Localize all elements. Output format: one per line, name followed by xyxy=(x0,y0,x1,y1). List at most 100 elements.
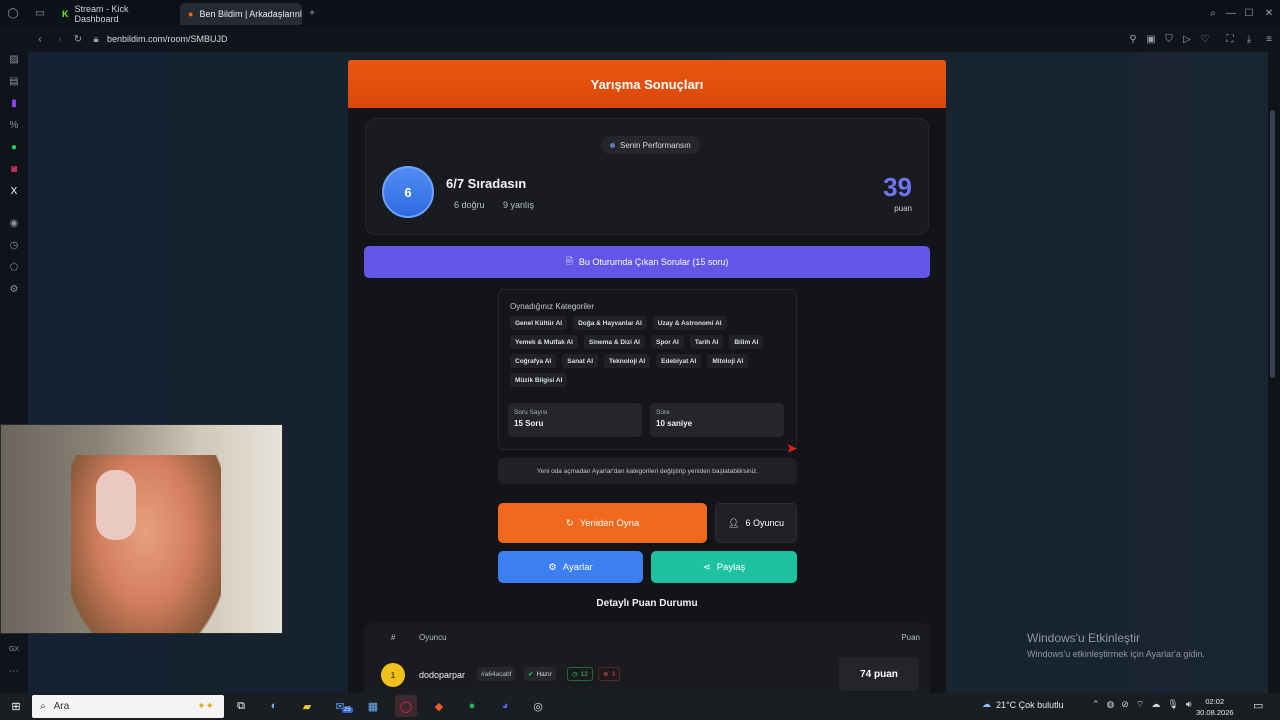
close-icon[interactable]: ✕ xyxy=(1258,8,1280,19)
system-tray: ⌃ ◍ ⊘ ⌔ ☁ 🎙︎ 🔊︎ xyxy=(1092,699,1192,710)
category-tag: Sinema & Dizi AI xyxy=(583,335,645,349)
copilot-icon[interactable]: ◐ xyxy=(263,695,285,717)
wrong-badge: ⊗ 3 xyxy=(598,667,621,681)
cloud-sync-icon[interactable]: ☁ xyxy=(1151,699,1160,710)
tray-app-icon[interactable]: ◍ xyxy=(1107,699,1115,710)
menu-icon[interactable]: ≡ xyxy=(1258,34,1280,45)
back-icon[interactable]: ‹ xyxy=(28,34,52,45)
scrollbar-thumb[interactable] xyxy=(1270,110,1275,378)
rank-title: 6/7 Sıradasın xyxy=(446,176,527,191)
reload-icon[interactable]: ↻ xyxy=(68,34,88,45)
x-circle-icon: ⊗ xyxy=(603,671,609,678)
shield-icon[interactable]: ⛉ xyxy=(1160,34,1178,45)
minimize-icon[interactable]: — xyxy=(1222,8,1240,19)
score-value: 39 xyxy=(883,172,912,202)
weather-widget[interactable]: ☁ 21°C Çok bulutlu xyxy=(982,699,1064,710)
opera-logo-icon[interactable]: ◯ xyxy=(0,8,26,19)
search-icon: ⌕ xyxy=(40,701,46,712)
col-score: Puan xyxy=(901,633,920,642)
rank-medal: 1 xyxy=(381,663,405,687)
category-tag: Mitoloji AI xyxy=(707,354,749,368)
gear-icon: ⚙ xyxy=(548,561,557,573)
sidebar-messenger-icon[interactable]: ▤ xyxy=(0,70,28,92)
taskbar-apps: ⧉ ◐ ▰ ✉ ▦ ◯ ◆ ● ◕ ◎ xyxy=(230,695,549,717)
share-button[interactable]: ⋖ Paylaş xyxy=(651,551,797,583)
sidebar-whatsapp-icon[interactable]: ● xyxy=(0,136,28,158)
category-tag: Doğa & Hayvanlar AI xyxy=(573,316,647,330)
tab-kick-dashboard[interactable]: K Stream - Kick Dashboard xyxy=(54,3,180,25)
sidebar-aria-icon[interactable]: ▨ xyxy=(0,48,28,70)
col-player: Oyuncu xyxy=(419,633,447,642)
table-row[interactable]: 1 dodoparpar #a64acabf ✔ Hazır ◷ 12 ⊗ 3 … xyxy=(364,657,930,693)
pin-icon[interactable]: ⚲ xyxy=(1124,34,1142,45)
spotify-icon[interactable]: ● xyxy=(461,695,483,717)
sidebar-player-icon[interactable]: ◉ xyxy=(0,212,28,234)
mail-icon[interactable]: ✉ xyxy=(329,695,351,717)
windows-start-icon[interactable]: ⊞ xyxy=(0,696,32,718)
replay-button[interactable]: ↻ Yeniden Oyna xyxy=(498,503,707,543)
network-icon[interactable]: ⌔ xyxy=(1136,699,1144,710)
cursor-icon: ➤ xyxy=(786,440,798,456)
categories-card: Oynadığınız Kategoriler Genel Kültür AI D… xyxy=(498,289,797,450)
opera-gx-icon[interactable]: ◯ xyxy=(395,695,417,717)
sidebar-extensions-icon[interactable]: ⬠ xyxy=(0,256,28,278)
cloud-icon: ☁ xyxy=(982,699,991,709)
webcam-overlay xyxy=(0,424,283,634)
sidebar-twitch-icon[interactable]: ▮ xyxy=(0,92,28,114)
players-button[interactable]: 👤︎ 6 Oyuncu xyxy=(715,503,797,543)
ready-badge: ✔ Hazır xyxy=(524,667,556,681)
wallet-icon[interactable]: ⛶ xyxy=(1220,34,1240,45)
share-icon: ⋖ xyxy=(702,561,711,573)
sidebar-settings-icon[interactable]: ⚙ xyxy=(0,278,28,300)
browser-tab-bar: ◯ ▭ K Stream - Kick Dashboard ● Ben Bild… xyxy=(0,0,1280,26)
new-tab-button[interactable]: + xyxy=(302,8,322,19)
performance-card: Senin Performansın 6 6/7 Sıradasın 6 doğ… xyxy=(365,118,929,235)
session-questions-button[interactable]: 🗎︎ Bu Oturumda Çıkan Sorular (15 soru) xyxy=(364,246,930,278)
mail-badge: 25 xyxy=(342,707,353,713)
taskbar-search[interactable]: ⌕ Ara ✦✦ xyxy=(32,695,224,718)
category-tag: Müzik Bilgisi AI xyxy=(510,373,568,387)
category-tag: Tarih AI xyxy=(689,335,724,349)
task-view-icon[interactable]: ⧉ xyxy=(230,695,252,717)
file-explorer-icon[interactable]: ▰ xyxy=(296,695,318,717)
tab-benbildim[interactable]: ● Ben Bildim | Arkadaşlarınla xyxy=(180,3,302,25)
sidebar-more-icon[interactable]: ⋯ xyxy=(0,660,28,682)
headphones-icon xyxy=(96,470,136,540)
workspaces-icon[interactable]: ▭ xyxy=(26,8,54,19)
chevron-up-icon[interactable]: ⌃ xyxy=(1092,699,1100,710)
notification-icon[interactable]: ▭ xyxy=(1253,699,1263,712)
url-text[interactable]: benbildim.com/room/SMBUJD xyxy=(107,34,228,44)
mic-icon[interactable]: 🎙︎ xyxy=(1167,699,1178,710)
sidebar-gx-icon[interactable]: GX xyxy=(0,638,28,660)
heart-icon[interactable]: ♡ xyxy=(1196,34,1214,45)
rank-badge: 6 xyxy=(382,166,434,218)
category-tag: Coğrafya AI xyxy=(510,354,557,368)
download-icon[interactable]: ⤓ xyxy=(1240,34,1258,45)
discord-icon[interactable]: ◕ xyxy=(494,695,516,717)
store-icon[interactable]: ▦ xyxy=(362,695,384,717)
tray-app2-icon[interactable]: ⊘ xyxy=(1121,699,1129,710)
clock[interactable]: 02:02 30.08.2026 xyxy=(1196,696,1234,718)
game-icon[interactable]: ◆ xyxy=(428,695,450,717)
sidebar-percent-icon[interactable]: % xyxy=(0,114,28,136)
sidebar-history-icon[interactable]: ◷ xyxy=(0,234,28,256)
check-circle-icon: ◷ xyxy=(572,671,578,678)
user-icon: 👤︎ xyxy=(728,517,740,528)
snapshot-icon[interactable]: ▣ xyxy=(1142,34,1160,45)
sidebar-instagram-icon[interactable]: ◙ xyxy=(0,158,28,180)
sidebar-x-icon[interactable]: X xyxy=(0,180,28,202)
webcam-person xyxy=(71,455,221,633)
maximize-icon[interactable]: ☐ xyxy=(1240,8,1258,19)
category-tag: Yemek & Mutfak AI xyxy=(510,335,578,349)
obs-icon[interactable]: ◎ xyxy=(527,695,549,717)
search-tabs-icon[interactable]: ⌕ xyxy=(1204,8,1222,19)
detail-title: Detaylı Puan Durumu xyxy=(596,598,698,609)
category-tag: Genel Kültür AI xyxy=(510,316,568,330)
forward-icon[interactable]: › xyxy=(52,34,68,45)
settings-button[interactable]: ⚙ Ayarlar xyxy=(498,551,643,583)
document-icon: 🗎︎ xyxy=(565,256,573,266)
correct-badge: ◷ 12 xyxy=(567,667,593,681)
player-icon[interactable]: ▷ xyxy=(1178,34,1196,45)
volume-icon[interactable]: 🔊︎ xyxy=(1186,699,1192,710)
activation-subtitle: Windows'u etkinleştirmek için Ayarlar'a … xyxy=(1027,649,1205,659)
